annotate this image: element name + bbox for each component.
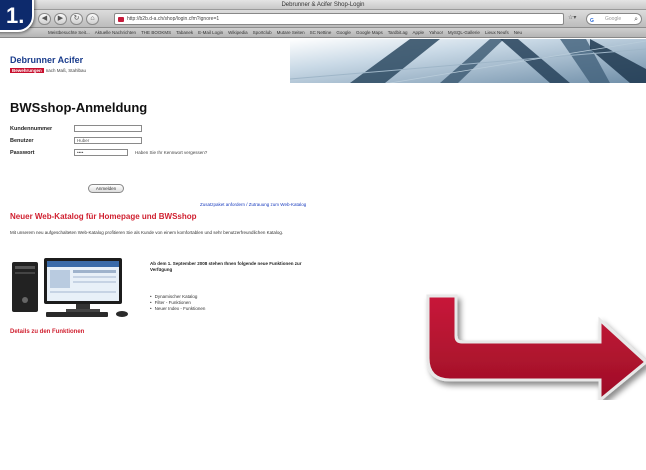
bookmark-item[interactable]: Google xyxy=(336,30,351,35)
bookmark-item[interactable]: Wikipedia xyxy=(228,30,248,35)
page-title: BWSshop-Anmeldung xyxy=(10,100,148,115)
search-bar[interactable]: G Google ⌕ xyxy=(586,13,642,25)
password-input[interactable]: •••• xyxy=(74,149,128,156)
bookmark-item[interactable]: Apple xyxy=(412,30,424,35)
bookmark-item[interactable]: Meistbesuchte Seit... xyxy=(48,30,90,35)
computer-illustration xyxy=(12,258,128,317)
header-building-photo xyxy=(290,39,646,83)
customer-number-input[interactable] xyxy=(74,125,142,132)
back-button[interactable]: ◀ xyxy=(38,13,51,25)
step-number-badge: 1. xyxy=(0,0,34,32)
customer-number-label: Kundennummer xyxy=(10,126,53,132)
reload-button[interactable]: ↻ xyxy=(70,13,83,25)
features-list: Dynamischer Katalog Filter - Funktionen … xyxy=(150,294,206,312)
window-title-bar: Debrunner & Acifer Shop-Login xyxy=(0,0,646,10)
bookmark-item[interactable]: Yahoo! xyxy=(429,30,443,35)
feature-details-link[interactable]: Details zu den Funktionen xyxy=(10,329,84,335)
news-heading: Neuer Web-Katalog für Homepage und BWSsh… xyxy=(10,212,197,221)
password-label: Passwort xyxy=(10,150,35,156)
bookmark-item[interactable]: THE BOOKMS xyxy=(141,30,171,35)
bookmark-item[interactable]: E-Mail Login xyxy=(198,30,223,35)
bookmark-item[interactable]: SC Nettine xyxy=(310,30,332,35)
features-intro: Ab dem 1. September 2008 stehen Ihnen fo… xyxy=(150,261,302,272)
bookmark-item[interactable]: Neu xyxy=(514,30,522,35)
search-icon[interactable]: ⌕ xyxy=(634,14,638,25)
address-bar-url: http://b2b.d-a.ch/shop/login.cfm?ignore=… xyxy=(127,16,220,22)
home-button[interactable]: ⌂ xyxy=(86,13,99,25)
bookmark-item[interactable]: Mutare Seiten xyxy=(277,30,305,35)
bookmark-item[interactable]: Tabanek xyxy=(176,30,193,35)
news-text: Mit unserem neu aufgeschalteten Web-Kata… xyxy=(10,230,284,235)
catalog-access-link[interactable]: Zusatzpaket anfordern / Zutrauung zum We… xyxy=(200,202,306,207)
login-button[interactable]: Anmelden xyxy=(88,184,124,193)
logo-tagline: Bewehrungen nach Maß, Stahlbau xyxy=(10,68,86,73)
bookmark-item[interactable]: Lieux Neufs xyxy=(485,30,509,35)
bookmark-item[interactable]: Google Maps xyxy=(356,30,383,35)
username-input[interactable]: Huber xyxy=(74,137,142,144)
bookmark-item[interactable]: Sportclub xyxy=(253,30,272,35)
forward-button[interactable]: ▶ xyxy=(54,13,67,25)
tagline-text: nach Maß, Stahlbau xyxy=(45,68,87,73)
bookmark-item[interactable]: Tardbit.ag xyxy=(388,30,408,35)
pointer-arrow-icon xyxy=(426,294,646,400)
forgot-password-link[interactable]: Haben Sie Ihr Kennwort vergessen? xyxy=(135,150,207,155)
bookmark-item[interactable]: Aktuelle Nachrichten xyxy=(95,30,136,35)
site-favicon-icon xyxy=(118,17,124,22)
bookmark-item[interactable]: MySQL-Gallerie xyxy=(448,30,480,35)
window-title: Debrunner & Acifer Shop-Login xyxy=(281,2,365,8)
username-label: Benutzer xyxy=(10,138,34,144)
address-bar[interactable]: http://b2b.d-a.ch/shop/login.cfm?ignore=… xyxy=(114,13,564,25)
tagline-highlight: Bewehrungen xyxy=(10,68,44,73)
browser-toolbar: ◀ ▶ ↻ ⌂ http://b2b.d-a.ch/shop/login.cfm… xyxy=(0,10,646,28)
bookmark-star-icon[interactable]: ☆▾ xyxy=(568,14,576,21)
bookmarks-bar: Meistbesuchte Seit... Aktuelle Nachrichte… xyxy=(0,28,646,38)
search-placeholder: Google xyxy=(605,16,622,22)
search-engine-icon[interactable]: G xyxy=(590,16,594,27)
site-header: Debrunner Acifer Bewehrungen nach Maß, St… xyxy=(0,39,646,83)
feature-item: Neuer Index - Funktionen xyxy=(150,306,206,312)
company-logo[interactable]: Debrunner Acifer xyxy=(10,55,83,65)
